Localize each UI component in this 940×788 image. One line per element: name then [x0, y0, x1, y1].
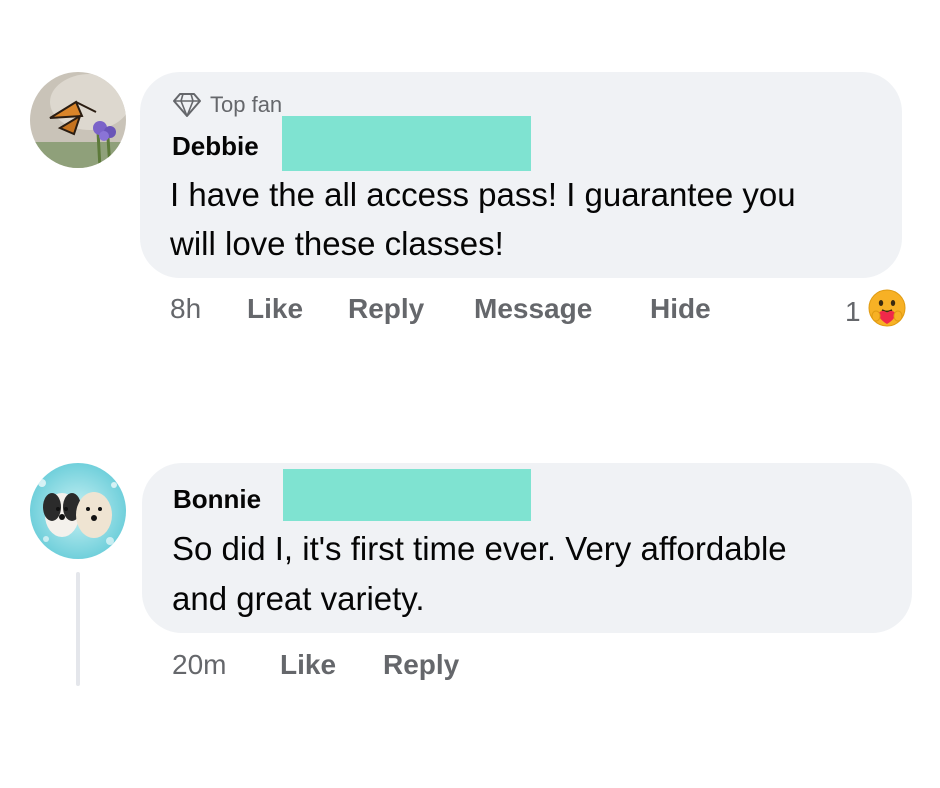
care-reaction-icon: [867, 288, 907, 335]
reaction-count: 1: [845, 295, 861, 327]
avatar-debbie[interactable]: [30, 72, 126, 168]
reply-button[interactable]: Reply: [383, 649, 459, 681]
comment-text-line-2: and great variety.: [172, 580, 425, 617]
avatar-bonnie[interactable]: [30, 463, 126, 559]
redaction-block: [282, 116, 531, 171]
comment-text-line-2: will love these classes!: [170, 225, 504, 262]
hide-button[interactable]: Hide: [650, 293, 711, 325]
like-button[interactable]: Like: [247, 293, 303, 325]
timestamp[interactable]: 8h: [170, 293, 201, 325]
reaction-summary[interactable]: 1: [845, 288, 907, 335]
comment-text-line-1: So did I, it's first time ever. Very aff…: [172, 530, 787, 567]
comment-text-line-1: I have the all access pass! I guarantee …: [170, 176, 796, 213]
author-name-debbie[interactable]: Debbie: [172, 131, 259, 162]
top-fan-badge: Top fan: [172, 92, 282, 118]
author-name-bonnie[interactable]: Bonnie: [173, 484, 261, 515]
diamond-icon: [172, 92, 202, 118]
message-button[interactable]: Message: [474, 293, 592, 325]
badge-label: Top fan: [210, 92, 283, 117]
reply-thread-line: [76, 572, 80, 686]
reply-button[interactable]: Reply: [348, 293, 424, 325]
like-button[interactable]: Like: [280, 649, 336, 681]
redaction-block: [283, 469, 531, 521]
timestamp[interactable]: 20m: [172, 649, 226, 681]
